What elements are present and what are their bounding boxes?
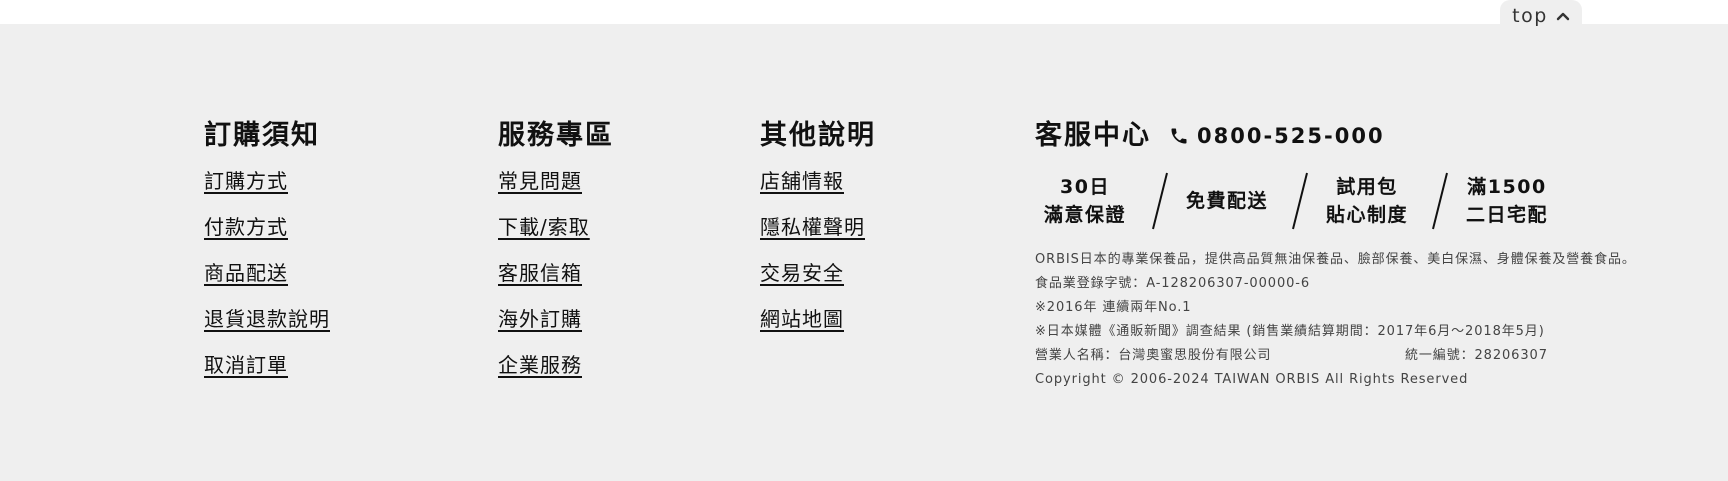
link-payment-method[interactable]: 付款方式 bbox=[204, 215, 288, 239]
link-privacy[interactable]: 隱私權聲明 bbox=[760, 215, 865, 239]
feature-satisfaction-guarantee: 30日 滿意保證 bbox=[1035, 171, 1135, 231]
service-heading: 服務專區 bbox=[498, 120, 614, 151]
feature-line: 滿意保證 bbox=[1043, 204, 1126, 226]
service-features: 30日 滿意保證 免費配送 試用包 貼心制度 滿1500 二日宅配 bbox=[1035, 171, 1560, 231]
other-info-heading: 其他說明 bbox=[760, 120, 876, 151]
company-registration-row: 營業人名稱：台灣奧蜜思股份有限公司 統一編號：28206307 bbox=[1035, 344, 1675, 368]
customer-service-heading: 客服中心 bbox=[1035, 120, 1151, 151]
link-corporate-service[interactable]: 企業服務 bbox=[498, 353, 582, 377]
list-item: 網站地圖 bbox=[760, 304, 876, 350]
link-faq[interactable]: 常見問題 bbox=[498, 169, 582, 193]
order-info-links: 訂購方式 付款方式 商品配送 退貨退款說明 取消訂單 bbox=[204, 166, 330, 396]
feature-divider bbox=[1292, 172, 1308, 230]
link-sitemap[interactable]: 網站地圖 bbox=[760, 307, 844, 331]
feature-line: 試用包 bbox=[1336, 176, 1398, 198]
survey-note: ※日本媒體《通販新聞》調查結果 (銷售業績結算期間：2017年6月～2018年5… bbox=[1035, 324, 1545, 339]
list-item: 企業服務 bbox=[498, 350, 614, 396]
feature-line: 30日 bbox=[1060, 176, 1110, 198]
chevron-up-icon bbox=[1556, 12, 1570, 20]
page-top-strip bbox=[0, 0, 1728, 24]
feature-divider bbox=[1152, 172, 1168, 230]
customer-service-header: 客服中心 0800-525-000 bbox=[1035, 118, 1385, 154]
food-registration-number: 食品業登錄字號：A-128206307-00000-6 bbox=[1035, 276, 1311, 291]
link-cancel-order[interactable]: 取消訂單 bbox=[204, 353, 288, 377]
link-download-request[interactable]: 下載/索取 bbox=[498, 215, 590, 239]
feature-line: 免費配送 bbox=[1185, 190, 1268, 212]
link-delivery[interactable]: 商品配送 bbox=[204, 261, 288, 285]
order-info-column: 訂購須知 訂購方式 付款方式 商品配送 退貨退款說明 取消訂單 bbox=[204, 118, 330, 396]
award-note: ※2016年 連續兩年No.1 bbox=[1035, 300, 1192, 315]
copyright: Copyright © 2006-2024 TAIWAN ORBIS All R… bbox=[1035, 372, 1469, 387]
feature-divider bbox=[1432, 172, 1448, 230]
link-transaction-security[interactable]: 交易安全 bbox=[760, 261, 844, 285]
list-item: 交易安全 bbox=[760, 258, 876, 304]
list-item: 商品配送 bbox=[204, 258, 330, 304]
list-item: 隱私權聲明 bbox=[760, 212, 876, 258]
feature-line: 滿1500 bbox=[1467, 176, 1547, 198]
list-item: 訂購方式 bbox=[204, 166, 330, 212]
list-item: 海外訂購 bbox=[498, 304, 614, 350]
link-order-method[interactable]: 訂購方式 bbox=[204, 169, 288, 193]
company-name: 營業人名稱：台灣奧蜜思股份有限公司 bbox=[1035, 348, 1272, 363]
link-overseas-order[interactable]: 海外訂購 bbox=[498, 307, 582, 331]
list-item: 店舖情報 bbox=[760, 166, 876, 212]
list-item: 退貨退款說明 bbox=[204, 304, 330, 350]
order-info-heading: 訂購須知 bbox=[204, 120, 320, 151]
service-links: 常見問題 下載/索取 客服信箱 海外訂購 企業服務 bbox=[498, 166, 614, 396]
feature-free-shipping: 免費配送 bbox=[1177, 171, 1277, 231]
tax-id: 統一編號：28206307 bbox=[1405, 348, 1548, 363]
list-item: 取消訂單 bbox=[204, 350, 330, 396]
phone-contact[interactable]: 0800-525-000 bbox=[1169, 124, 1385, 148]
list-item: 付款方式 bbox=[204, 212, 330, 258]
back-to-top-label: top bbox=[1512, 4, 1548, 27]
other-info-links: 店舖情報 隱私權聲明 交易安全 網站地圖 bbox=[760, 166, 876, 350]
back-to-top-button[interactable]: top bbox=[1500, 0, 1582, 31]
feature-line: 貼心制度 bbox=[1325, 204, 1408, 226]
feature-line: 二日宅配 bbox=[1465, 204, 1548, 226]
feature-trial-pack: 試用包 貼心制度 bbox=[1317, 171, 1417, 231]
service-column: 服務專區 常見問題 下載/索取 客服信箱 海外訂購 企業服務 bbox=[498, 118, 614, 396]
list-item: 下載/索取 bbox=[498, 212, 614, 258]
link-service-email[interactable]: 客服信箱 bbox=[498, 261, 582, 285]
link-returns-refunds[interactable]: 退貨退款說明 bbox=[204, 307, 330, 331]
list-item: 常見問題 bbox=[498, 166, 614, 212]
list-item: 客服信箱 bbox=[498, 258, 614, 304]
phone-icon bbox=[1171, 128, 1187, 144]
link-store-info[interactable]: 店舖情報 bbox=[760, 169, 844, 193]
company-description: ORBIS日本的專業保養品，提供高品質無油保養品、臉部保養、美白保濕、身體保養及… bbox=[1035, 252, 1636, 267]
phone-number[interactable]: 0800-525-000 bbox=[1197, 124, 1385, 148]
other-info-column: 其他說明 店舖情報 隱私權聲明 交易安全 網站地圖 bbox=[760, 118, 876, 350]
company-info: ORBIS日本的專業保養品，提供高品質無油保養品、臉部保養、美白保濕、身體保養及… bbox=[1035, 248, 1675, 392]
feature-two-day-delivery: 滿1500 二日宅配 bbox=[1457, 171, 1557, 231]
